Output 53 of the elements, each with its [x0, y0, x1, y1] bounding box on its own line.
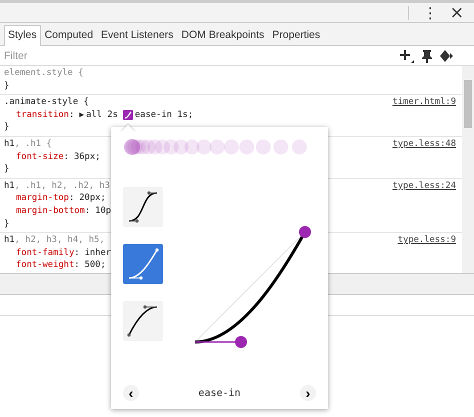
- closing-brace: }: [4, 80, 10, 92]
- colon: :: [64, 150, 69, 164]
- css-selector: h1: [4, 180, 15, 191]
- previous-preset-button[interactable]: ‹: [123, 385, 139, 401]
- property-value: all 2s: [86, 108, 118, 122]
- css-selector: h1: [4, 235, 15, 246]
- source-link[interactable]: timer.html:9: [392, 96, 456, 109]
- css-selector: .animate-style {: [4, 97, 89, 108]
- bezier-swatch-icon[interactable]: [122, 110, 133, 120]
- next-preset-button[interactable]: ›: [300, 385, 316, 401]
- property-value: inher: [84, 246, 112, 260]
- closing-brace: }: [4, 121, 10, 134]
- closing-brace: }: [4, 163, 10, 176]
- css-selector: element.style {: [4, 68, 84, 78]
- tab[interactable]: Styles: [4, 25, 41, 46]
- property-name: font-weight: [16, 259, 74, 272]
- preset-name: ease-in: [198, 388, 241, 398]
- property-value: 500;: [84, 259, 106, 272]
- colon: :: [84, 204, 90, 218]
- tab[interactable]: DOM Breakpoints: [177, 25, 268, 45]
- diamond-icon[interactable]: [440, 50, 454, 62]
- css-selector: , h2, h3, h4, h5,: [14, 235, 105, 246]
- property-value: 20px;: [79, 192, 106, 205]
- css-selector: , .h1, h2, .h2, h3: [14, 180, 110, 191]
- property-name: font-family: [16, 246, 74, 260]
- property-value: 10p: [95, 204, 112, 218]
- bezier-preset-button[interactable]: [123, 187, 163, 227]
- tab[interactable]: Event Listeners: [97, 25, 178, 45]
- property-name: font-size: [16, 150, 64, 164]
- property-name: margin-top: [16, 192, 69, 205]
- property-name: margin-bottom: [16, 204, 85, 218]
- closing-brace: }: [4, 218, 10, 230]
- property-value: 36px;: [74, 150, 100, 164]
- source-link[interactable]: type.less:9: [398, 234, 456, 247]
- source-link[interactable]: type.less:24: [392, 180, 456, 192]
- colon: :: [68, 108, 74, 122]
- colon: :: [74, 259, 80, 272]
- property-name: transition: [16, 108, 69, 122]
- scrollbar[interactable]: [462, 66, 474, 273]
- tab[interactable]: Properties: [268, 25, 324, 45]
- property-value: ease-in 1s;: [134, 108, 194, 122]
- css-selector: h1: [4, 138, 15, 149]
- source-link[interactable]: type.less:48: [392, 138, 456, 151]
- colon: :: [68, 192, 74, 205]
- pin-icon[interactable]: [422, 48, 432, 62]
- expand-arrow[interactable]: ▶: [79, 108, 84, 122]
- colon: :: [74, 246, 80, 260]
- new-rule-icon[interactable]: [400, 48, 414, 62]
- more-options-button[interactable]: ⋮: [418, 4, 442, 22]
- tab[interactable]: Computed: [40, 25, 98, 45]
- close-button[interactable]: ×: [446, 2, 468, 22]
- bezier-preset-button[interactable]: [123, 301, 163, 341]
- css-selector: , .h1 {: [14, 138, 52, 149]
